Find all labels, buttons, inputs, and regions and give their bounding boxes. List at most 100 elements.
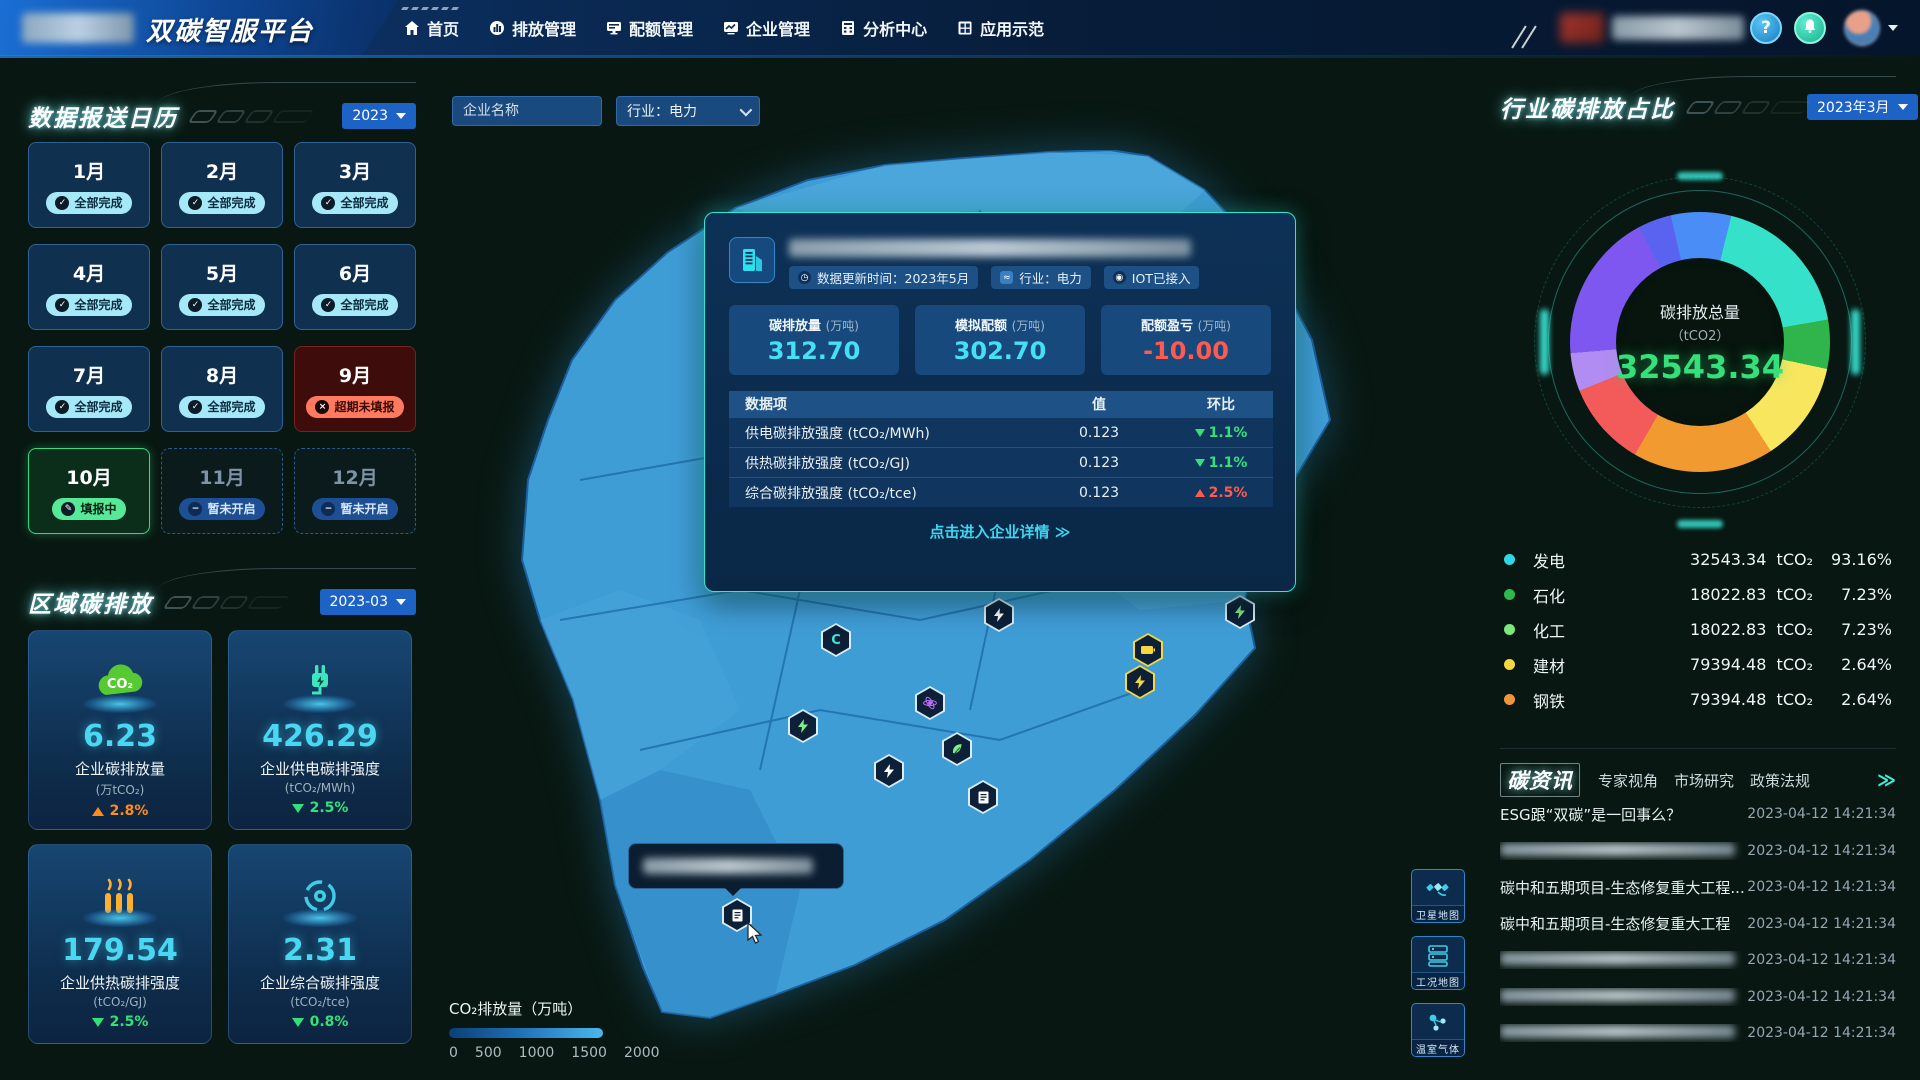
map-marker-power[interactable] [1225,595,1255,629]
legend-row-chemical[interactable]: 化工 18022.83 tCO₂ 7.23% [1504,612,1892,647]
nav-item-enterprise[interactable]: 企业管理 [723,16,810,40]
map-marker-eco[interactable] [942,732,972,766]
news-item[interactable]: 碳中和五期项目-生态修复重大工程 2023-04-12 14:21:34 [1500,906,1896,943]
enterprise-detail-link[interactable]: 点击进入企业详情 ≫ [729,521,1271,542]
arrow-up-icon [92,807,104,816]
map-marker-gas[interactable] [915,686,945,720]
stat-unit: (万吨) [1012,319,1045,333]
condition-map-button[interactable]: 工况地图 [1411,936,1465,990]
map-marker-power[interactable] [1125,665,1155,699]
news-tab-policy[interactable]: 政策法规 [1750,770,1810,791]
carbon-c-icon: C [831,633,841,648]
news-item-title [1500,988,1744,1006]
news-more-link[interactable]: ≫ [1877,770,1896,791]
legend-row-steel[interactable]: 钢铁 79394.48 tCO₂ 2.64% [1504,682,1892,717]
legend-name: 石化 [1533,583,1643,607]
month-card-dec[interactable]: 12月−暂未开启 [294,448,416,534]
map-mode-buttons: 卫星地图 工况地图 温室气体 [1411,869,1465,1057]
legend-row-building[interactable]: 建材 79394.48 tCO₂ 2.64% [1504,647,1892,682]
month-label: 5月 [206,259,238,286]
calendar-year-dropdown[interactable]: 2023 [342,103,416,129]
month-card-sep[interactable]: 9月×超期未填报 [294,346,416,432]
stat-card-power-intensity[interactable]: 426.29 企业供电碳排强度 (tCO₂/MWh) 2.5% [228,630,412,830]
change-value: 2.5% [310,800,349,816]
greenhouse-gas-button[interactable]: 温室气体 [1411,1003,1465,1057]
industry-period-dropdown[interactable]: 2023年3月 [1807,94,1918,120]
news-item[interactable]: 2023-04-12 14:21:34 [1500,942,1896,979]
nav-item-label: 应用示范 [980,16,1044,40]
lightning-icon [1134,675,1146,689]
user-avatar[interactable] [1844,10,1880,46]
redacted-company-name [789,239,1191,257]
nav-item-quota[interactable]: 配额管理 [606,16,693,40]
row-item: 供电碳排放强度 (tCO₂/MWh) [729,423,1029,443]
month-card-jul[interactable]: 7月✓全部完成 [28,346,150,432]
map-marker-power[interactable] [874,754,904,788]
industry-select[interactable]: 行业：电力 [616,96,760,126]
legend-tick: 2000 [624,1045,660,1061]
calendar-header: 数据报送日历 2023 [28,96,416,136]
nav-item-demo[interactable]: 应用示范 [957,16,1044,40]
news-tab-market[interactable]: 市场研究 [1674,770,1734,791]
map-marker-battery[interactable] [1133,633,1163,667]
delta-down: 1.1% [1195,455,1248,471]
legend-row-petrochem[interactable]: 石化 18022.83 tCO₂ 7.23% [1504,577,1892,612]
region-period-dropdown[interactable]: 2023-03 [320,589,417,615]
cross-icon: × [315,400,329,414]
month-card-jun[interactable]: 6月✓全部完成 [294,244,416,330]
month-card-may[interactable]: 5月✓全部完成 [161,244,283,330]
company-name-input[interactable] [452,96,602,126]
check-icon: ✓ [55,400,69,414]
month-card-apr[interactable]: 4月✓全部完成 [28,244,150,330]
month-card-jan[interactable]: 1月✓全部完成 [28,142,150,228]
legend-name: 建材 [1533,653,1643,677]
popup-header: ◷数据更新时间：2023年5月 ≈行业：电力 ◉IOT已接入 [729,237,1271,289]
help-button[interactable]: ? [1750,12,1782,44]
map-marker-power[interactable] [984,598,1014,632]
month-card-feb[interactable]: 2月✓全部完成 [161,142,283,228]
news-item[interactable]: 2023-04-12 14:21:34 [1500,1015,1896,1052]
stat-card-emission[interactable]: CO₂ 6.23 企业碳排放量 (万tCO₂) 2.8% [28,630,212,830]
molecule-icon [1425,1010,1451,1040]
month-card-oct[interactable]: 10月✎填报中 [28,448,150,534]
nav-item-home[interactable]: 首页 [404,16,459,40]
minus-icon: − [321,502,335,516]
month-grid: 1月✓全部完成 2月✓全部完成 3月✓全部完成 4月✓全部完成 5月✓全部完成 … [28,142,416,534]
status-text: 全部完成 [207,194,255,211]
notifications-button[interactable] [1794,12,1826,44]
legend-row-power[interactable]: 发电 32543.34 tCO₂ 93.16% [1504,542,1892,577]
stat-card-comprehensive-intensity[interactable]: 2.31 企业综合碳排强度 (tCO₂/tce) 0.8% [228,844,412,1044]
redacted-news-title [1500,952,1735,965]
legend-dot [1504,589,1515,600]
column-header: 值 [1029,394,1169,414]
delta-up: 2.5% [1195,485,1248,501]
news-tab-expert[interactable]: 专家视角 [1598,770,1658,791]
status-badge-pending: −暂未开启 [312,498,397,520]
news-item-time: 2023-04-12 14:21:34 [1744,879,1896,895]
stat-label: 配额盈亏 [1141,319,1193,334]
news-header: 碳资讯 专家视角 市场研究 政策法规 ≫ [1500,748,1896,797]
legend-value: 18022.83 tCO₂ [1643,620,1813,639]
news-item[interactable]: 碳中和五期项目-生态修复重大工程... 2023-04-12 14:21:34 [1500,869,1896,906]
map-marker-report[interactable] [968,780,998,814]
map-marker-carbon[interactable]: C [821,623,851,657]
month-card-mar[interactable]: 3月✓全部完成 [294,142,416,228]
news-item[interactable]: ESG跟“双碳”是一回事么？ 2023-04-12 14:21:34 [1500,796,1896,833]
month-card-aug[interactable]: 8月✓全部完成 [161,346,283,432]
month-label: 9月 [339,361,371,388]
user-menu-caret[interactable] [1888,25,1898,31]
stat-card-heat-intensity[interactable]: 179.54 企业供热碳排强度 (tCO₂/GJ) 2.5% [28,844,212,1044]
industry-header: 行业碳排放占比 2023年3月 [1500,90,1896,124]
legend-percent: 7.23% [1813,585,1892,604]
satellite-map-button[interactable]: 卫星地图 [1411,869,1465,923]
map-marker-power[interactable] [788,709,818,743]
chevron-down-icon [740,103,753,116]
news-item[interactable]: 2023-04-12 14:21:34 [1500,833,1896,870]
month-card-nov[interactable]: 11月−暂未开启 [161,448,283,534]
nav-item-emission[interactable]: 排放管理 [489,16,576,40]
news-item[interactable]: 2023-04-12 14:21:34 [1500,979,1896,1016]
nav-item-analysis[interactable]: 分析中心 [840,16,927,40]
industry-legend: 发电 32543.34 tCO₂ 93.16% 石化 18022.83 tCO₂… [1504,542,1892,717]
iot-badge: ◉IOT已接入 [1104,266,1200,289]
donut-ring[interactable]: 碳排放总量 （tCO2） 32543.34 [1570,212,1830,472]
